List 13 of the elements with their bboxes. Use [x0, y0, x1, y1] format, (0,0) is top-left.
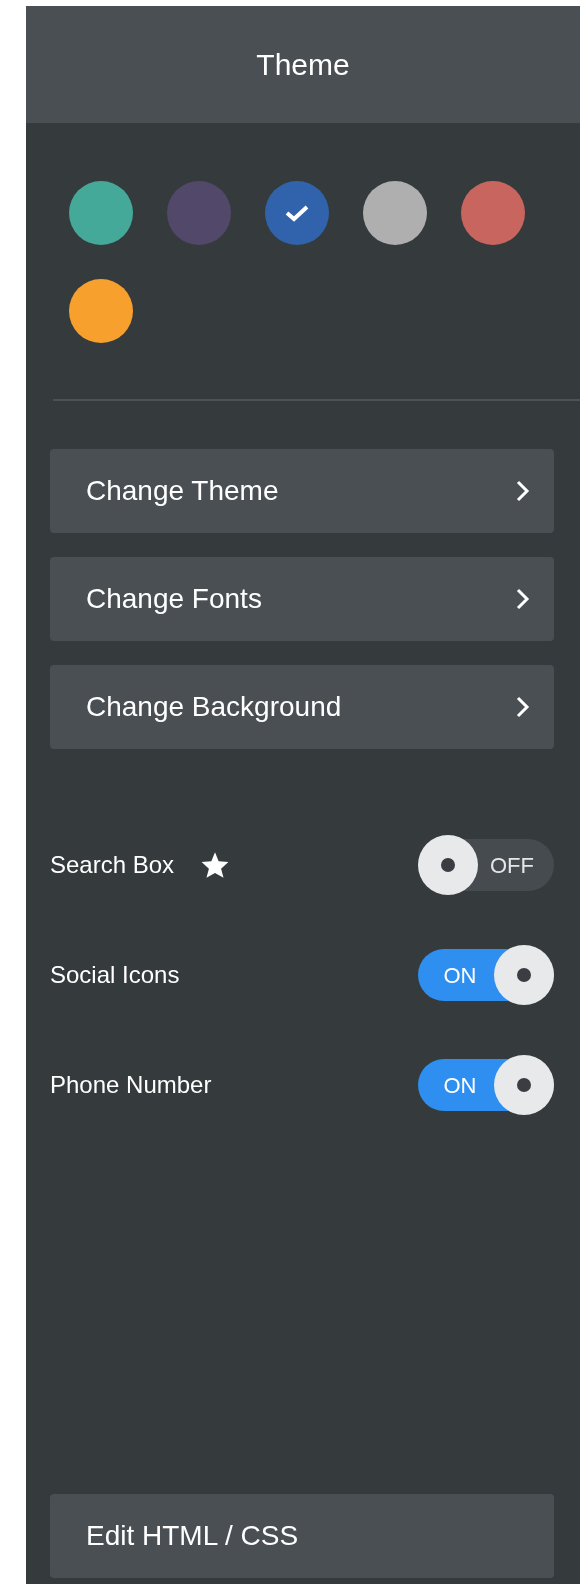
setting-label: Search Box: [50, 850, 175, 880]
panel-title: Theme: [256, 47, 350, 83]
edit-html-css-button[interactable]: Edit HTML / CSS: [50, 1494, 554, 1578]
chevron-right-icon: [516, 480, 530, 502]
chevron-right-icon: [516, 588, 530, 610]
checkmark-icon: [284, 203, 310, 223]
setting-label: Social Icons: [50, 960, 180, 990]
setting-label: Phone Number: [50, 1070, 212, 1100]
menu-item[interactable]: Change Fonts: [50, 557, 554, 641]
menu-item[interactable]: Change Theme: [50, 449, 554, 533]
menu-item[interactable]: Change Background: [50, 665, 554, 749]
star-icon: [200, 851, 231, 879]
chevron-right-icon: [516, 696, 530, 718]
